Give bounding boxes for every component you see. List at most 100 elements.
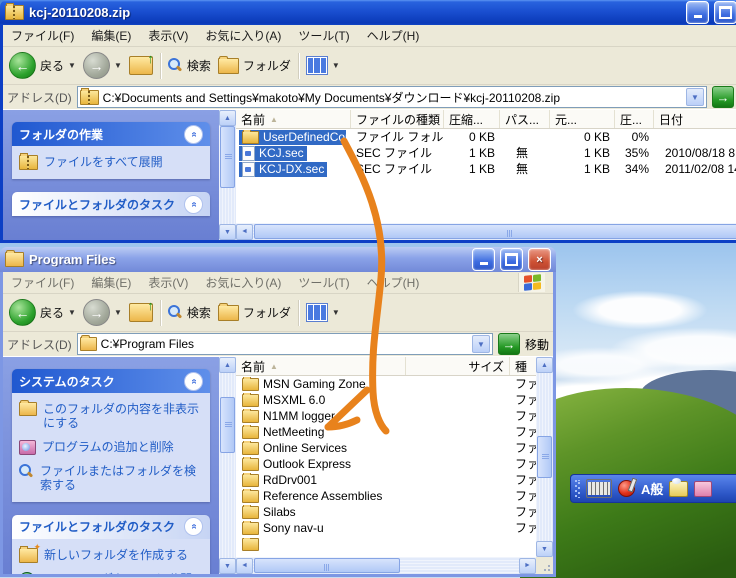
menu-edit[interactable]: 編集(E) — [91, 274, 131, 291]
views-button[interactable]: ▼ — [306, 303, 340, 322]
forward-button[interactable]: → ▼ — [83, 299, 122, 326]
table-row-clipped[interactable] — [236, 536, 536, 552]
folders-button[interactable]: フォルダ — [218, 304, 291, 321]
column-password[interactable]: パス... — [500, 110, 550, 128]
titlebar[interactable]: Program Files × — [0, 247, 556, 272]
up-folder-button[interactable] — [129, 303, 153, 322]
scroll-up-icon[interactable]: ▲ — [219, 357, 236, 373]
task-search-files-folders[interactable]: ファイルまたはフォルダを検索する — [19, 464, 203, 493]
menu-file[interactable]: ファイル(F) — [11, 274, 74, 291]
table-row[interactable]: KCJ-DX.sec SEC ファイル 1 KB 無 1 KB 34% 2011… — [236, 161, 736, 177]
menu-favorites[interactable]: お気に入り(A) — [205, 27, 281, 44]
taskpane-scrollbar[interactable]: ▲ ▼ — [219, 110, 236, 240]
back-dropdown-caret[interactable]: ▼ — [68, 308, 76, 317]
table-row[interactable]: MSXML 6.0 ファ — [236, 392, 536, 408]
ime-pen-icon[interactable] — [618, 480, 635, 497]
column-original[interactable]: 元... — [550, 110, 615, 128]
table-row[interactable]: N1MM logger ファ — [236, 408, 536, 424]
scrollbar-thumb[interactable] — [220, 397, 235, 453]
scroll-left-icon[interactable]: ◄ — [236, 224, 253, 240]
panel-header[interactable]: システムのタスク » — [12, 369, 210, 393]
table-row[interactable]: MSN Gaming Zone ファ — [236, 376, 536, 392]
forward-button[interactable]: → ▼ — [83, 52, 122, 79]
search-button[interactable]: 検索 — [168, 304, 211, 321]
input-mode-label[interactable]: A般 — [641, 479, 663, 498]
column-type[interactable]: 種 — [510, 357, 536, 375]
chevron-up-icon[interactable]: » — [184, 517, 203, 536]
menu-tools[interactable]: ツール(T) — [298, 27, 349, 44]
search-button[interactable]: 検索 — [168, 57, 211, 74]
table-row[interactable]: Online Services ファ — [236, 440, 536, 456]
column-ratio[interactable]: 圧... — [615, 110, 654, 128]
horizontal-scrollbar[interactable]: ◄ — [236, 223, 736, 240]
task-add-remove-programs[interactable]: プログラムの追加と削除 — [19, 440, 203, 455]
table-row[interactable]: UserDefinedCont.. ファイル フォルダ 0 KB 0 KB 0% — [236, 129, 736, 145]
address-dropdown-button[interactable]: ▼ — [686, 88, 704, 106]
table-row[interactable]: Reference Assemblies ファ — [236, 488, 536, 504]
back-dropdown-caret[interactable]: ▼ — [68, 61, 76, 70]
table-row[interactable]: Silabs ファ — [236, 504, 536, 520]
scroll-down-icon[interactable]: ▼ — [536, 541, 553, 557]
menu-file[interactable]: ファイル(F) — [11, 27, 74, 44]
folders-button[interactable]: フォルダ — [218, 57, 291, 74]
drag-handle[interactable] — [575, 480, 580, 498]
address-combo[interactable]: C:¥Program Files ▼ — [77, 333, 493, 355]
scrollbar-thumb[interactable] — [254, 224, 736, 239]
chevron-up-icon[interactable]: » — [184, 195, 203, 214]
views-button[interactable]: ▼ — [306, 56, 340, 75]
menu-view[interactable]: 表示(V) — [148, 274, 188, 291]
scroll-up-icon[interactable]: ▲ — [219, 110, 236, 126]
keyboard-icon[interactable] — [586, 479, 612, 498]
scroll-down-icon[interactable]: ▼ — [219, 558, 236, 574]
task-extract-all-files[interactable]: ファイルをすべて展開 — [19, 155, 203, 170]
column-name[interactable]: 名前 ▲ — [236, 110, 351, 128]
maximize-button[interactable] — [500, 248, 523, 271]
task-hide-folder-contents[interactable]: このフォルダの内容を非表示にする — [19, 402, 203, 431]
scrollbar-thumb[interactable] — [254, 558, 400, 573]
back-button[interactable]: ← 戻る ▼ — [9, 299, 76, 326]
scrollbar-thumb[interactable] — [537, 436, 552, 478]
minimize-button[interactable] — [472, 248, 495, 271]
resize-grip[interactable] — [536, 557, 553, 574]
task-publish-folder-to-web[interactable]: このフォルダを Web に公開 — [19, 572, 203, 574]
titlebar[interactable]: kcj-20110208.zip × — [0, 0, 736, 25]
language-bar[interactable]: A般 — [570, 474, 736, 503]
ime-dictionary-icon[interactable] — [694, 481, 712, 497]
views-dropdown-caret[interactable]: ▼ — [332, 308, 340, 317]
menu-help[interactable]: ヘルプ(H) — [367, 274, 420, 291]
panel-header[interactable]: フォルダの作業 » — [12, 122, 210, 146]
list-vertical-scrollbar[interactable]: ▲ ▼ — [536, 357, 553, 574]
forward-dropdown-caret[interactable]: ▼ — [114, 61, 122, 70]
scroll-up-icon[interactable]: ▲ — [536, 357, 553, 373]
close-button[interactable]: × — [528, 248, 551, 271]
column-size[interactable]: サイズ — [406, 357, 510, 375]
views-dropdown-caret[interactable]: ▼ — [332, 61, 340, 70]
forward-dropdown-caret[interactable]: ▼ — [114, 308, 122, 317]
column-date[interactable]: 日付 — [654, 110, 736, 128]
scroll-down-icon[interactable]: ▼ — [219, 224, 236, 240]
panel-header[interactable]: ファイルとフォルダのタスク » — [12, 192, 210, 216]
scroll-left-icon[interactable]: ◄ — [236, 558, 253, 574]
minimize-button[interactable] — [686, 1, 709, 24]
menu-tools[interactable]: ツール(T) — [298, 274, 349, 291]
table-row[interactable]: Sony nav-u ファ — [236, 520, 536, 536]
chevron-up-icon[interactable]: » — [184, 372, 203, 391]
address-dropdown-button[interactable]: ▼ — [472, 335, 490, 353]
maximize-button[interactable] — [714, 1, 736, 24]
table-row[interactable]: KCJ.sec SEC ファイル 1 KB 無 1 KB 35% 2010/08… — [236, 145, 736, 161]
menu-favorites[interactable]: お気に入り(A) — [205, 274, 281, 291]
go-button[interactable]: → — [498, 333, 520, 355]
column-compressed[interactable]: 圧縮... — [444, 110, 500, 128]
menu-view[interactable]: 表示(V) — [148, 27, 188, 44]
table-row[interactable]: NetMeeting ファ — [236, 424, 536, 440]
go-button[interactable]: → — [712, 86, 734, 108]
address-combo[interactable]: C:¥Documents and Settings¥makoto¥My Docu… — [77, 86, 707, 108]
chevron-up-icon[interactable]: » — [184, 125, 203, 144]
table-row[interactable]: RdDrv001 ファ — [236, 472, 536, 488]
taskpane-scrollbar[interactable]: ▲ ▼ — [219, 357, 236, 574]
back-button[interactable]: ← 戻る ▼ — [9, 52, 76, 79]
panel-header[interactable]: ファイルとフォルダのタスク » — [12, 515, 210, 539]
menu-edit[interactable]: 編集(E) — [91, 27, 131, 44]
scroll-right-icon[interactable]: ► — [519, 558, 536, 574]
ime-tools-icon[interactable] — [669, 481, 688, 497]
